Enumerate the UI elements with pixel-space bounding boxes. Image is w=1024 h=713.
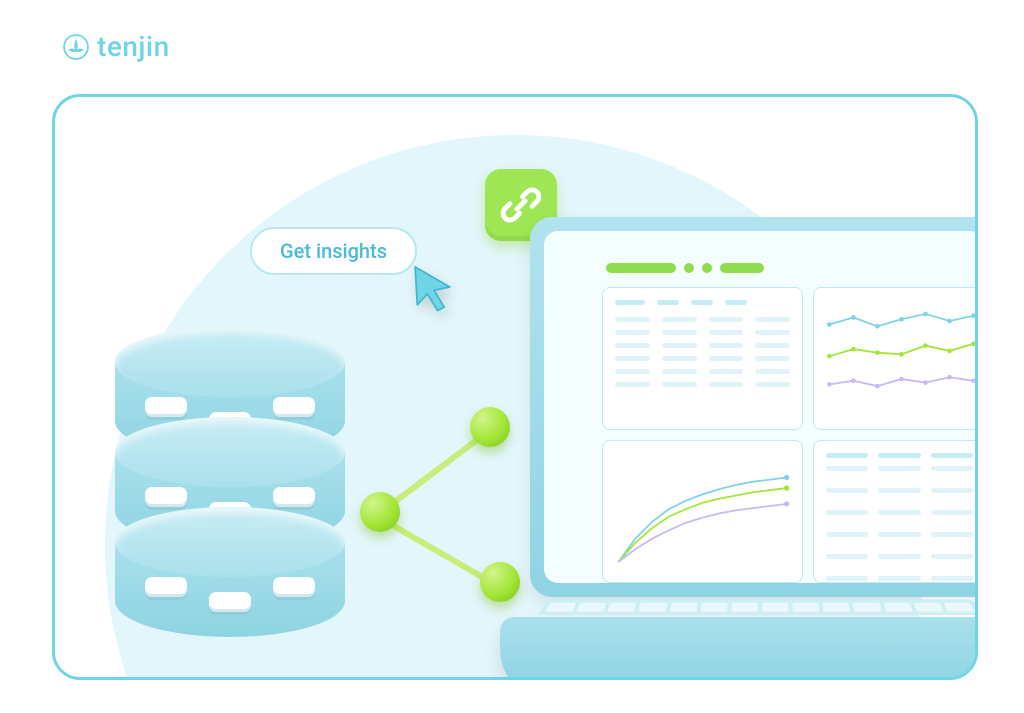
laptop-keyboard xyxy=(538,600,978,615)
laptop-dashboard-icon xyxy=(500,217,978,680)
brand-mark-icon xyxy=(63,34,89,60)
brand-name: tenjin xyxy=(97,33,170,61)
brand-logo: tenjin xyxy=(63,33,170,61)
dashboard-panel-table xyxy=(602,287,803,430)
dashboard-panel-growth-chart xyxy=(602,440,803,583)
laptop-screen xyxy=(544,231,978,583)
cursor-pointer-icon xyxy=(405,259,461,319)
get-insights-button[interactable]: Get insights xyxy=(250,227,417,275)
dashboard-panel-trends-chart xyxy=(813,287,978,430)
dashboard-panel-checklist xyxy=(813,440,978,583)
hero-illustration: tenjin Get insights xyxy=(0,0,1024,713)
database-stack-icon xyxy=(115,327,345,680)
hero-card: Get insights xyxy=(52,94,978,680)
window-title-bar xyxy=(606,263,764,273)
